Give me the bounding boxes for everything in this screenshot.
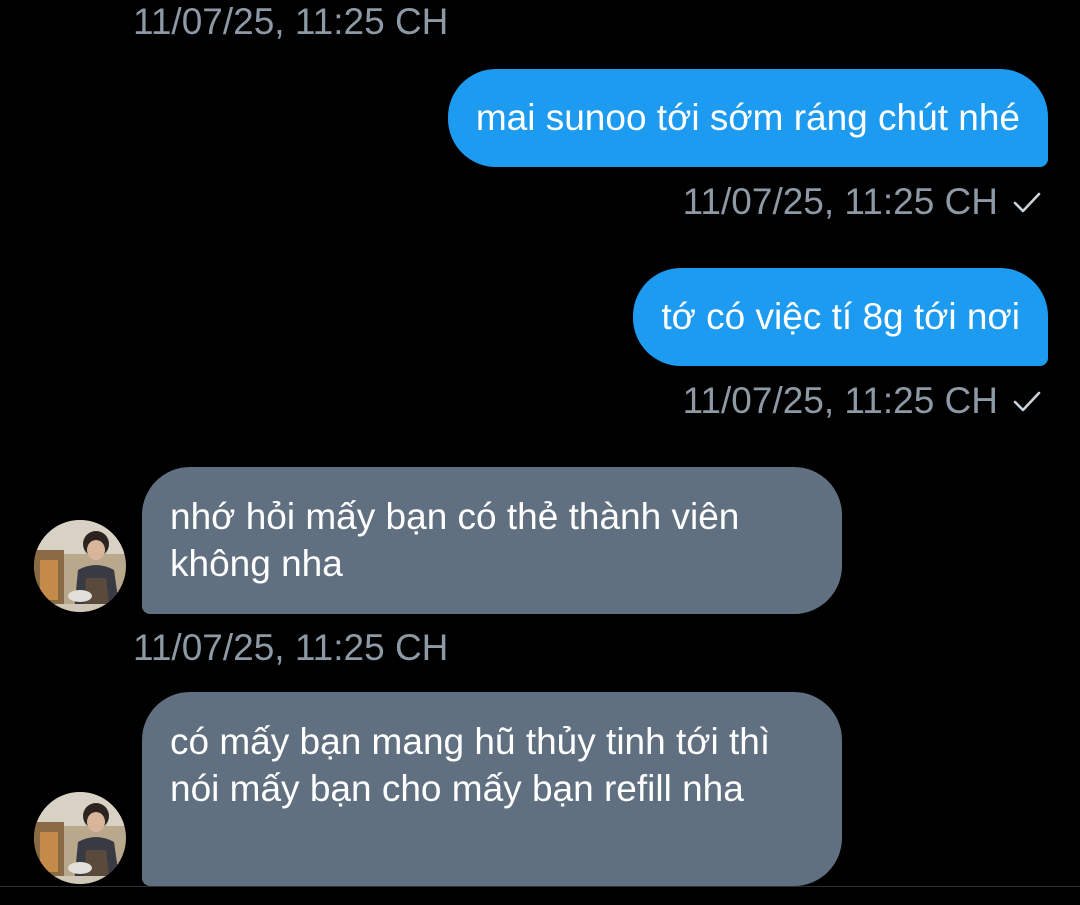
message-timestamp: 11/07/25, 11:25 CH xyxy=(133,1,449,42)
message-timestamp: 11/07/25, 11:25 CH xyxy=(682,380,998,421)
avatar-image xyxy=(34,792,126,884)
message-meta: 11/07/25, 11:25 CH xyxy=(683,180,1042,224)
message-text: tớ có việc tí 8g tới nơi xyxy=(661,296,1020,337)
message-timestamp: 11/07/25, 11:25 CH xyxy=(133,627,449,668)
message-meta: 11/07/25, 11:25 CH xyxy=(683,379,1042,423)
avatar-image xyxy=(34,520,126,612)
incoming-message-bubble[interactable]: nhớ hỏi mấy bạn có thẻ thành viên không … xyxy=(142,467,842,614)
check-icon xyxy=(1013,391,1041,412)
divider xyxy=(0,886,1080,887)
outgoing-message-bubble[interactable]: mai sunoo tới sớm ráng chút nhé xyxy=(447,69,1048,167)
message-text: có mấy bạn mang hũ thủy tinh tới thì nói… xyxy=(170,721,771,809)
check-icon xyxy=(1013,192,1041,213)
message-text: mai sunoo tới sớm ráng chút nhé xyxy=(475,97,1020,138)
avatar[interactable] xyxy=(34,520,126,612)
message-timestamp: 11/07/25, 11:25 CH xyxy=(682,181,998,222)
avatar[interactable] xyxy=(34,792,126,884)
outgoing-message-bubble[interactable]: tớ có việc tí 8g tới nơi xyxy=(633,268,1048,366)
incoming-message-bubble[interactable]: có mấy bạn mang hũ thủy tinh tới thì nói… xyxy=(142,692,842,886)
message-text: nhớ hỏi mấy bạn có thẻ thành viên không … xyxy=(170,496,740,584)
